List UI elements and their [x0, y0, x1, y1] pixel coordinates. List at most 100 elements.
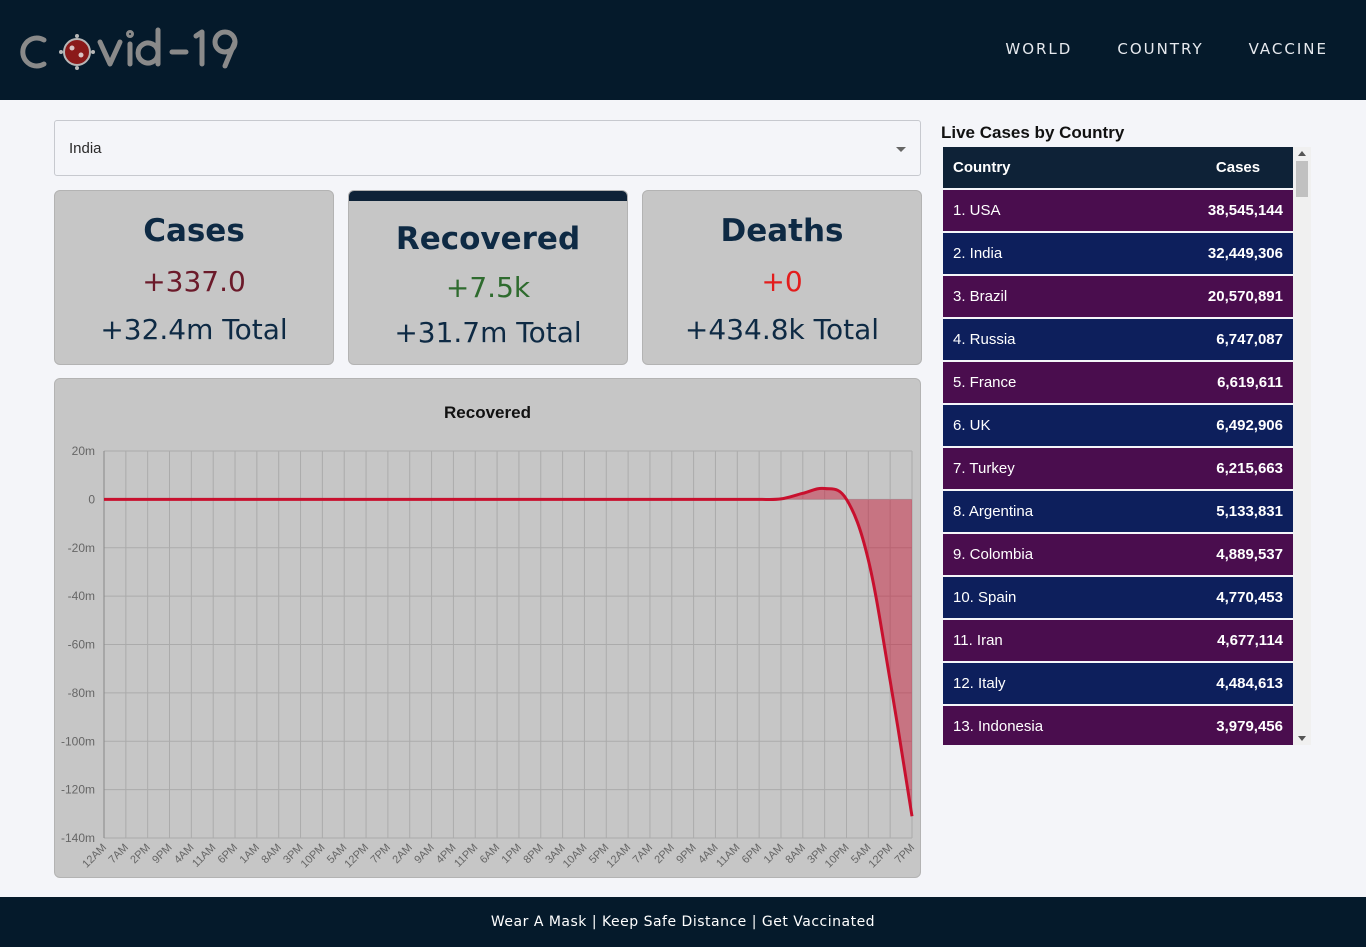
case-count: 5,133,831 — [1216, 503, 1283, 520]
table-row[interactable]: 3. Brazil 20,570,891 — [943, 276, 1293, 317]
country-select[interactable]: India — [54, 120, 921, 176]
table-row[interactable]: 13. Indonesia 3,979,456 — [943, 706, 1293, 745]
table-row[interactable]: 8. Argentina 5,133,831 — [943, 491, 1293, 532]
footer-text: Wear A Mask | Keep Safe Distance | Get V… — [490, 914, 876, 930]
x-tick-label: 11PM — [452, 842, 480, 870]
case-count: 32,449,306 — [1207, 245, 1283, 262]
recovered-delta: +7.5k — [445, 271, 531, 304]
x-tick-label: 7AM — [631, 842, 655, 866]
country-name: 12. Italy — [953, 675, 1006, 692]
x-tick-label: 2PM — [128, 842, 152, 866]
y-tick-label: -100m — [61, 734, 95, 748]
table-row[interactable]: 1. USA 38,545,144 — [943, 190, 1293, 231]
table-row[interactable]: 5. France 6,619,611 — [943, 362, 1293, 403]
x-tick-label: 8AM — [783, 842, 807, 866]
nav-vaccine-link[interactable]: VACCINE — [1249, 40, 1328, 58]
scroll-up-icon[interactable] — [1298, 151, 1306, 156]
table-row[interactable]: 2. India 32,449,306 — [943, 233, 1293, 274]
x-tick-label: 8AM — [259, 842, 283, 866]
country-name: 8. Argentina — [953, 503, 1034, 520]
country-name: 13. Indonesia — [953, 718, 1044, 735]
country-select-value: India — [69, 140, 102, 157]
x-tick-label: 7PM — [893, 842, 917, 866]
y-tick-label: -120m — [61, 783, 95, 797]
x-tick-label: 7AM — [106, 842, 130, 866]
deaths-card: Deaths +0 +434.8k Total — [642, 190, 922, 365]
case-count: 3,979,456 — [1216, 718, 1283, 735]
x-tick-label: 1AM — [238, 842, 262, 866]
table-row[interactable]: 12. Italy 4,484,613 — [943, 663, 1293, 704]
country-name: 9. Colombia — [953, 546, 1034, 563]
case-count: 4,770,453 — [1216, 589, 1283, 606]
cases-total: +32.4m Total — [100, 313, 288, 346]
case-count: 4,889,537 — [1216, 546, 1283, 563]
y-tick-label: 0 — [88, 492, 95, 506]
recovered-total: +31.7m Total — [394, 316, 582, 349]
x-tick-label: 1PM — [500, 842, 524, 866]
nav-world-link[interactable]: WORLD — [1005, 40, 1072, 58]
chevron-down-icon[interactable] — [896, 147, 906, 152]
x-tick-label: 1AM — [762, 842, 786, 866]
scrollbar-thumb[interactable] — [1296, 161, 1308, 197]
live-cases-table: Country Cases 1. USA 38,545,144 2. India 32… — [943, 147, 1311, 745]
deaths-card-title: Deaths — [720, 213, 844, 249]
country-name: 4. Russia — [953, 331, 1016, 348]
x-tick-label: 12AM — [80, 842, 109, 871]
series-line — [104, 486, 914, 817]
x-tick-label: 9AM — [412, 842, 436, 866]
x-tick-label: 2PM — [652, 842, 676, 866]
x-tick-label: 11AM — [714, 842, 742, 870]
table-row[interactable]: 6. UK 6,492,906 — [943, 405, 1293, 446]
table-header: Country Cases — [943, 147, 1293, 188]
main-nav: WORLD COUNTRY VACCINE — [1005, 40, 1328, 58]
table-row[interactable]: 7. Turkey 6,215,663 — [943, 448, 1293, 489]
y-tick-label: -140m — [61, 831, 95, 845]
x-tick-label: 10PM — [299, 842, 328, 871]
y-tick-label: -40m — [68, 589, 95, 603]
country-name: 11. Iran — [953, 632, 1003, 649]
case-count: 6,747,087 — [1216, 331, 1283, 348]
country-name: 5. France — [953, 374, 1017, 391]
country-name: 6. UK — [953, 417, 991, 434]
country-name: 7. Turkey — [953, 460, 1015, 477]
x-tick-label: 9PM — [674, 842, 698, 866]
x-tick-label: 7PM — [369, 842, 393, 866]
y-tick-label: -60m — [68, 638, 95, 652]
country-name: 1. USA — [953, 202, 1001, 219]
x-tick-label: 12PM — [342, 842, 371, 871]
table-row[interactable]: 4. Russia 6,747,087 — [943, 319, 1293, 360]
recovered-line-chart: 20m0-20m-40m-60m-80m-100m-120m-140m12AM7… — [61, 444, 917, 871]
nav-country-link[interactable]: COUNTRY — [1117, 40, 1203, 58]
selected-indicator-bar — [349, 191, 627, 201]
x-tick-label: 6PM — [216, 842, 240, 866]
top-header: WORLD COUNTRY VACCINE — [0, 0, 1366, 100]
case-count: 38,545,144 — [1207, 202, 1283, 219]
case-count: 6,492,906 — [1216, 417, 1283, 434]
table-row[interactable]: 10. Spain 4,770,453 — [943, 577, 1293, 618]
recovered-card-title: Recovered — [395, 221, 581, 257]
table-scrollbar[interactable] — [1293, 147, 1311, 745]
case-count: 20,570,891 — [1207, 288, 1283, 305]
x-tick-label: 10PM — [823, 842, 852, 871]
scroll-down-icon[interactable] — [1298, 736, 1306, 741]
cases-delta: +337.0 — [142, 265, 246, 298]
deaths-total: +434.8k Total — [684, 313, 880, 346]
recovered-card: Recovered +7.5k +31.7m Total — [348, 190, 628, 365]
series-area — [104, 488, 912, 817]
x-tick-label: 11AM — [190, 842, 218, 870]
x-tick-label: 2AM — [390, 842, 414, 866]
country-name: 10. Spain — [953, 589, 1017, 606]
covid-19-logo[interactable] — [20, 22, 260, 78]
country-name: 2. India — [953, 245, 1003, 262]
x-tick-label: 9PM — [150, 842, 174, 866]
y-tick-label: -80m — [68, 686, 95, 700]
live-cases-title: Live Cases by Country — [941, 123, 1125, 142]
header-cases: Cases — [1215, 159, 1261, 176]
header-country: Country — [953, 159, 1011, 176]
table-row[interactable]: 11. Iran 4,677,114 — [943, 620, 1293, 661]
table-row[interactable]: 9. Colombia 4,889,537 — [943, 534, 1293, 575]
y-tick-label: 20m — [72, 444, 95, 458]
footer: Wear A Mask | Keep Safe Distance | Get V… — [0, 897, 1366, 947]
x-tick-label: 6PM — [740, 842, 764, 866]
deaths-delta: +0 — [761, 265, 803, 298]
